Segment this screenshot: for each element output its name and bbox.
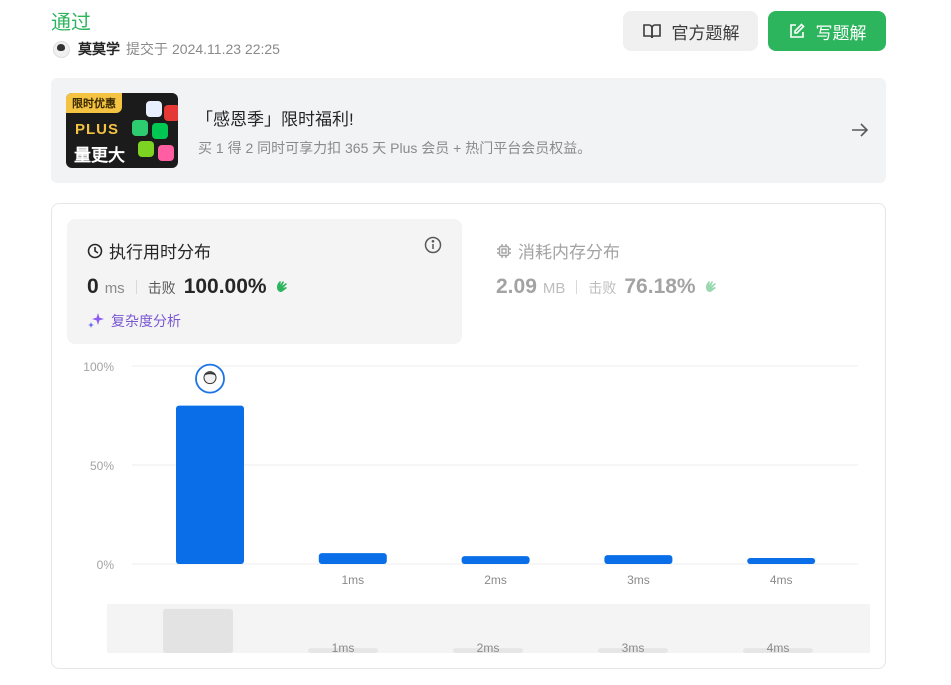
- x-tick-label: 2ms: [484, 573, 507, 587]
- app-icon: [152, 123, 168, 139]
- promo-banner[interactable]: 限时优惠 PLUS 量更大 「感恩季」限时福利! 买 1 得 2 同时可享力扣 …: [51, 78, 886, 183]
- distribution-card: 执行用时分布 0 ms 击败 100.00% 复杂度分析 消耗内存分布 2.09…: [51, 203, 886, 669]
- official-solution-label: 官方题解: [671, 23, 740, 43]
- y-tick-label: 0%: [97, 558, 115, 572]
- overview-tick-label: 1ms: [332, 641, 355, 655]
- runtime-distribution-chart[interactable]: 0% 50% 100% 1ms 2ms 3ms 4ms 1ms 2ms 3ms 4ms: [52, 204, 887, 670]
- promo-description: 买 1 得 2 同时可享力扣 365 天 Plus 会员 + 热门平台会员权益。: [198, 140, 592, 156]
- overview-tick-label: 3ms: [622, 641, 645, 655]
- y-tick-label: 100%: [83, 360, 114, 374]
- chart-bar[interactable]: [461, 556, 530, 564]
- overview-tick-label: 2ms: [477, 641, 500, 655]
- status-title: 通过: [51, 12, 91, 34]
- official-solution-button[interactable]: 官方题解: [623, 11, 758, 51]
- x-tick-label: 3ms: [627, 573, 650, 587]
- edit-icon: [789, 23, 805, 38]
- book-icon: [642, 24, 661, 39]
- overview-bar: [163, 608, 233, 653]
- promo-big-text: 量更大: [74, 146, 125, 165]
- promo-tag: 限时优惠: [66, 93, 122, 113]
- app-icon: [138, 141, 154, 157]
- chart-bar[interactable]: [604, 555, 673, 564]
- promo-plus: PLUS: [75, 121, 120, 138]
- avatar[interactable]: [53, 40, 70, 58]
- promo-title: 「感恩季」限时福利!: [196, 110, 354, 129]
- app-icon: [158, 145, 174, 161]
- write-solution-label: 写题解: [815, 23, 867, 43]
- submitted-prefix: 提交于: [126, 41, 168, 57]
- app-icon: [132, 120, 148, 136]
- write-solution-button[interactable]: 写题解: [768, 11, 886, 51]
- x-tick-label: 4ms: [770, 573, 793, 587]
- x-tick-label: 1ms: [341, 573, 364, 587]
- app-icon: [164, 105, 178, 121]
- username-link[interactable]: 莫莫学: [78, 39, 120, 59]
- y-tick-label: 50%: [90, 459, 114, 473]
- chart-bar[interactable]: [747, 558, 816, 564]
- submitted-time: 2024.11.23 22:25: [172, 41, 280, 57]
- chart-bar[interactable]: [318, 553, 387, 564]
- arrow-right-icon[interactable]: [850, 121, 870, 139]
- chart-bar[interactable]: [176, 405, 244, 564]
- promo-image: 限时优惠 PLUS 量更大: [66, 93, 178, 168]
- submission-info: 莫莫学 提交于 2024.11.23 22:25: [53, 39, 280, 59]
- overview-tick-label: 4ms: [767, 641, 790, 655]
- app-icon: [146, 101, 162, 117]
